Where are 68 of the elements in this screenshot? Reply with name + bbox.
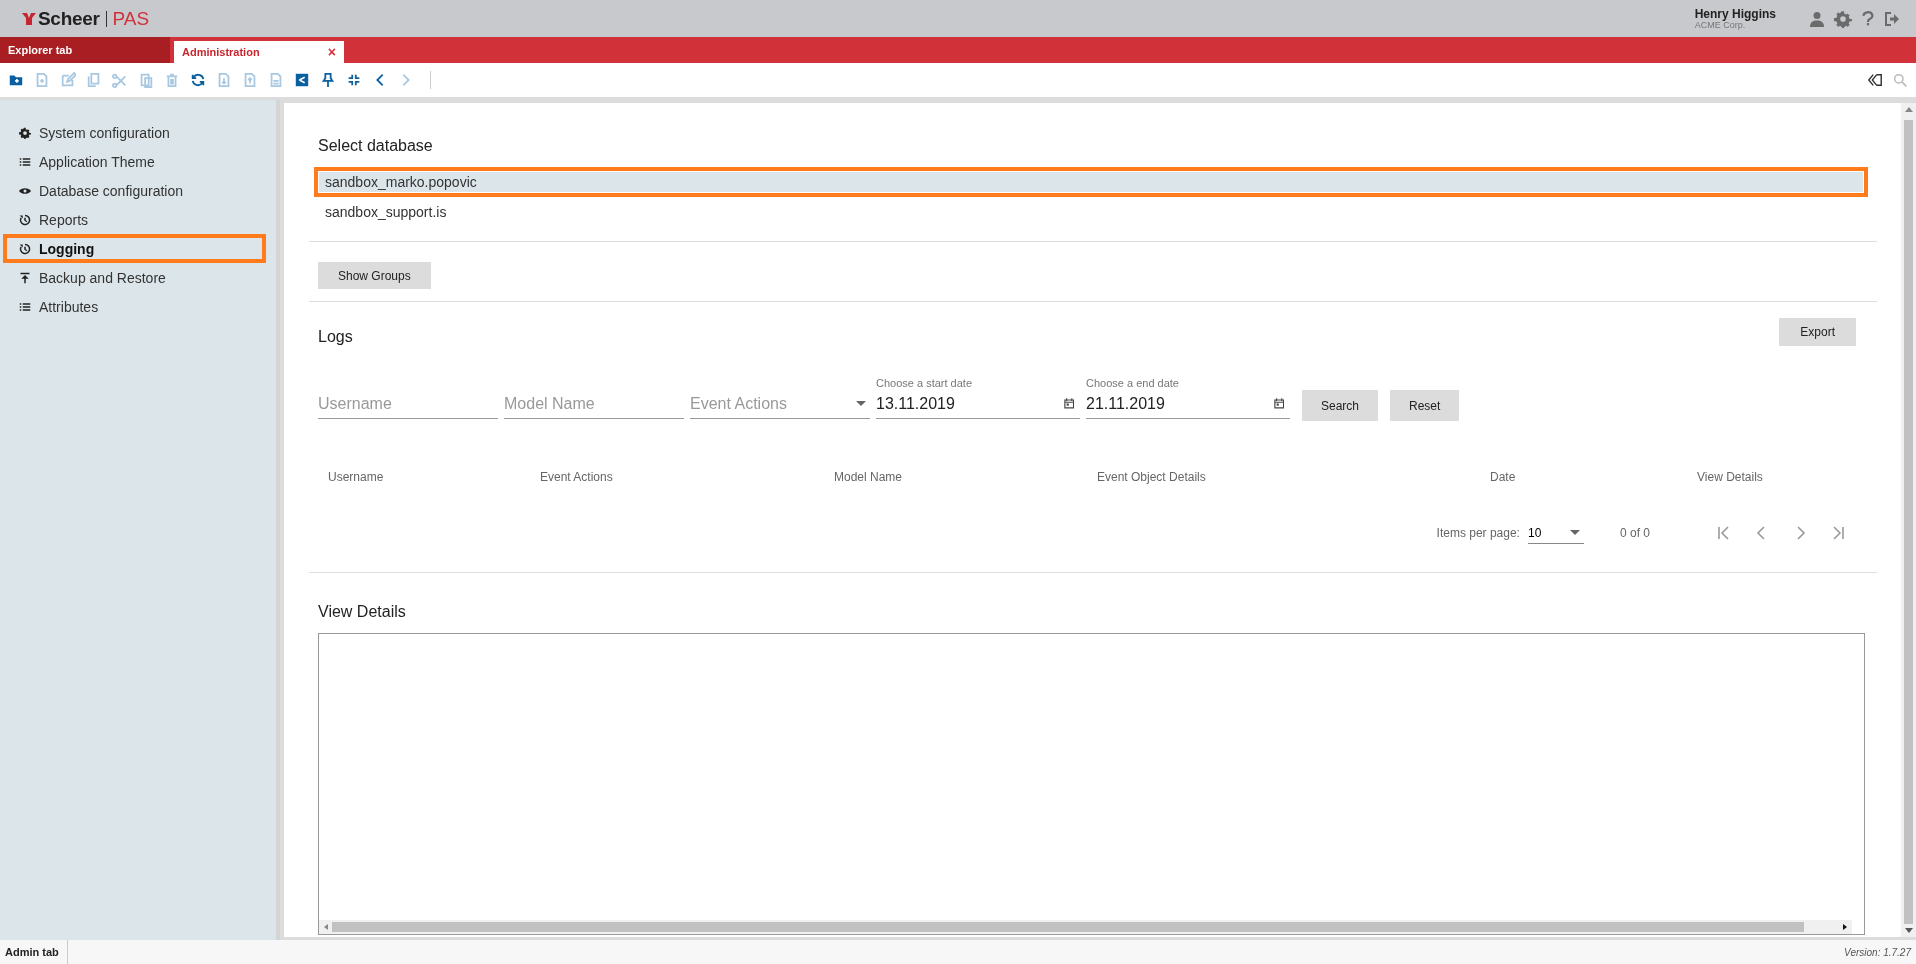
collapse-panel-icon[interactable] — [1867, 72, 1883, 88]
scroll-down-icon[interactable] — [1904, 928, 1913, 933]
gear-icon — [19, 126, 31, 139]
history-icon — [19, 213, 31, 226]
vertical-scrollbar[interactable] — [1901, 103, 1916, 937]
section-title: Logs — [318, 327, 353, 346]
tab[interactable]: Administration × — [174, 41, 344, 63]
caret-icon — [1569, 530, 1580, 535]
show-groups-button[interactable]: Show Groups — [318, 262, 431, 289]
column-header: Event Actions — [540, 470, 614, 484]
column-header: Date — [1490, 470, 1517, 484]
status-tab[interactable]: Admin tab — [0, 940, 68, 964]
scroll-left-icon[interactable] — [323, 924, 329, 930]
sidebar-item[interactable]: Reports — [3, 205, 266, 234]
sidebar-item[interactable]: Backup and Restore — [3, 263, 266, 292]
column-header: Event Object Details — [1097, 470, 1207, 484]
scroll-up-icon[interactable] — [1904, 107, 1913, 112]
help-icon[interactable] — [1861, 10, 1875, 27]
sidebar-item[interactable]: Attributes — [3, 292, 266, 321]
user-name: Henry Higgins — [1694, 7, 1776, 20]
column-header: Username — [328, 470, 385, 484]
upload-icon — [19, 271, 31, 284]
pin-icon[interactable] — [320, 72, 336, 88]
first-page-icon[interactable] — [1716, 525, 1732, 541]
items-per-page-label: Items per page: — [1436, 526, 1520, 540]
input-field[interactable]: Username — [318, 389, 498, 419]
list-icon — [19, 155, 31, 168]
refresh-icon[interactable] — [190, 72, 206, 88]
sidebar-item[interactable]: Application Theme — [3, 147, 266, 176]
horizontal-scrollbar[interactable] — [319, 920, 1852, 934]
close-tab-button[interactable]: × — [327, 44, 336, 60]
sidebar-item[interactable]: Database configuration — [3, 176, 266, 205]
page-range: 0 of 0 — [1619, 526, 1650, 540]
logo-text: Scheer — [38, 7, 100, 30]
caret-icon — [856, 401, 866, 406]
section-title: Select database — [318, 136, 434, 155]
history-icon — [19, 242, 31, 255]
input-field[interactable]: Model Name — [504, 389, 684, 419]
calendar-icon[interactable] — [1273, 398, 1284, 409]
export-button[interactable]: Export — [1779, 318, 1856, 346]
database-item[interactable]: sandbox_marko.popovic — [314, 167, 1868, 197]
filter-button[interactable]: Reset — [1390, 390, 1460, 421]
user-icon[interactable] — [1809, 10, 1825, 27]
sidebar-item[interactable]: Logging — [3, 234, 266, 263]
company-name: ACME Corp. — [1694, 20, 1746, 30]
product-name: PAS — [112, 7, 150, 30]
list-icon — [19, 300, 31, 313]
logo-mark-icon — [22, 11, 36, 26]
filter-button[interactable]: Search — [1302, 390, 1379, 421]
column-header: View Details — [1697, 470, 1764, 484]
settings-icon[interactable] — [1834, 9, 1852, 28]
field-label: Choose a start date — [876, 377, 973, 389]
logout-icon[interactable] — [1884, 10, 1900, 27]
section-title: View Details — [318, 602, 407, 621]
date-field[interactable]: 13.11.2019 — [876, 394, 1064, 413]
page-size-select[interactable]: 10 — [1527, 522, 1584, 544]
sidebar-item[interactable]: System configuration — [3, 118, 266, 147]
scroll-right-icon[interactable] — [1842, 924, 1848, 930]
search-icon[interactable] — [1893, 72, 1908, 88]
version-label: Version: 1.7.27 — [1844, 946, 1913, 958]
tab[interactable]: Explorer tab — [0, 37, 170, 63]
calendar-icon[interactable] — [1063, 398, 1074, 409]
compress-icon[interactable] — [346, 72, 362, 88]
date-field[interactable]: 21.11.2019 — [1086, 394, 1274, 413]
column-header: Model Name — [834, 470, 904, 484]
database-item[interactable]: sandbox_support.is — [314, 197, 1868, 227]
field-label: Choose a end date — [1086, 377, 1180, 389]
last-page-icon[interactable] — [1830, 525, 1846, 541]
